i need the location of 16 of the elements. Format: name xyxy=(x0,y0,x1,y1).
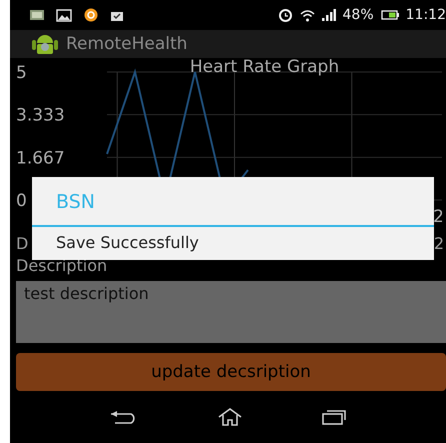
battery-percent: 48% xyxy=(342,7,374,23)
clock-time: 11:12 xyxy=(406,7,446,23)
update-description-button[interactable]: update decsription xyxy=(16,353,446,391)
dialog-title: BSN xyxy=(32,177,434,227)
y-tick-label: 0 xyxy=(16,191,27,211)
chart-title: Heart Rate Graph xyxy=(190,58,340,77)
date-label: D xyxy=(16,234,28,255)
dialog-message: Save Successfully xyxy=(55,232,200,254)
x-tick-label: 2 xyxy=(433,207,442,227)
date-value: 2 xyxy=(434,234,444,255)
y-tick-label: 1.667 xyxy=(16,148,65,168)
y-tick-label: 5 xyxy=(16,63,27,83)
app-title: RemoteHealth xyxy=(66,34,188,54)
description-label: Description xyxy=(16,256,108,275)
description-field[interactable]: test description xyxy=(16,281,446,343)
y-tick-label: 3.333 xyxy=(16,106,65,126)
